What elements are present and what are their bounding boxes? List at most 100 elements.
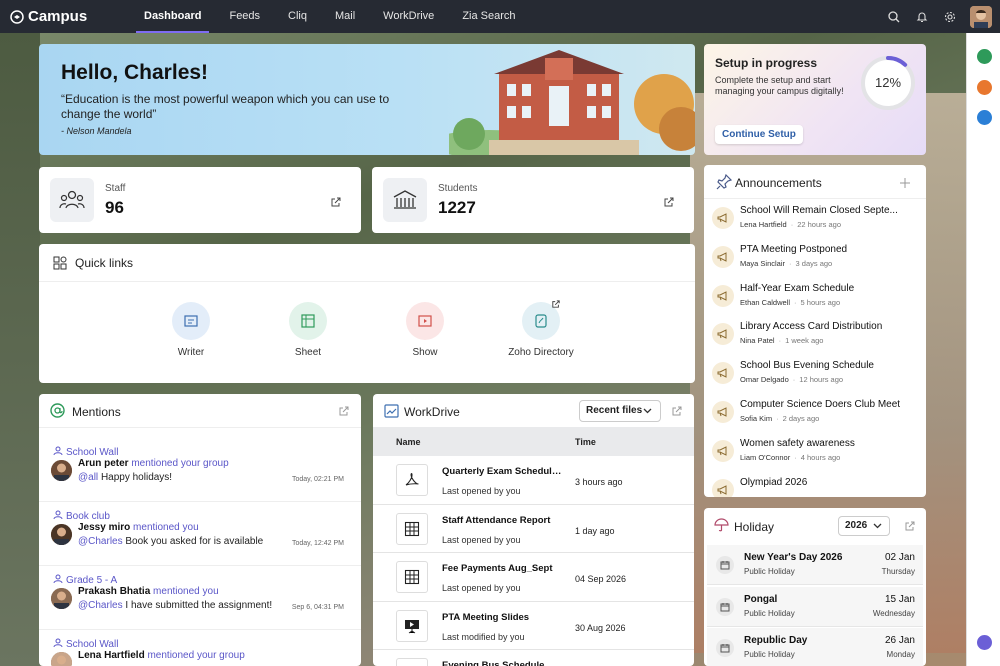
- announcement-author: Omar Delgado: [740, 375, 789, 385]
- rail-chat-icon[interactable]: [977, 635, 992, 650]
- announcement-item[interactable]: School Bus Evening Schedule Omar Delgado ·…: [704, 354, 926, 393]
- holiday-date: 15 Jan: [884, 593, 915, 605]
- file-row[interactable]: Quarterly Exam Schedule... Last opened by…: [373, 456, 694, 505]
- announcement-title: Olympiad 2026: [740, 476, 808, 488]
- holiday-type: Public Holiday: [744, 650, 795, 659]
- quote-author: - Nelson Mandela: [61, 126, 132, 136]
- announcement-item[interactable]: Olympiad 2026: [704, 471, 926, 497]
- file-name[interactable]: Evening Bus Schedule.png: [442, 660, 562, 666]
- app-name: Campus: [28, 8, 88, 25]
- mention-tag: @Charles: [78, 536, 123, 547]
- file-time: 1 day ago: [575, 525, 615, 536]
- mention-item[interactable]: Book club Jessy miro mentioned you @Charle…: [39, 502, 361, 566]
- file-row[interactable]: Fee Payments Aug_Sept Last opened by you 0…: [373, 553, 694, 602]
- mentions-title: Mentions: [72, 405, 121, 419]
- setup-percent: 12%: [874, 75, 902, 90]
- announcement-item[interactable]: Library Access Card Distribution Nina Pat…: [704, 315, 926, 354]
- announcement-item[interactable]: PTA Meeting Postponed Maya Sinclair · 3 day…: [704, 238, 926, 277]
- file-name[interactable]: PTA Meeting Slides: [442, 612, 562, 623]
- file-name[interactable]: Fee Payments Aug_Sept: [442, 563, 562, 574]
- holiday-name: New Year's Day 2026: [744, 552, 843, 563]
- external-link-icon[interactable]: [672, 406, 682, 416]
- mention-line: Prakash Bhatia mentioned you: [78, 586, 219, 597]
- mention-line: Lena Hartfield mentioned your group: [78, 650, 245, 661]
- settings-icon[interactable]: [936, 0, 964, 33]
- nav-workdrive[interactable]: WorkDrive: [375, 0, 442, 33]
- search-icon[interactable]: [880, 0, 908, 33]
- students-card[interactable]: Students 1227: [372, 167, 694, 233]
- year-select[interactable]: 2026: [838, 516, 890, 536]
- announcement-author: Nina Patel: [740, 336, 775, 346]
- group-icon: [53, 510, 66, 523]
- sheet-icon: [289, 302, 327, 340]
- announcement-item[interactable]: Computer Science Doers Club Meet Sofia Ki…: [704, 393, 926, 432]
- external-link-icon[interactable]: [664, 194, 674, 212]
- megaphone-icon: [712, 323, 734, 346]
- mention-item[interactable]: Grade 5 - A Prakash Bhatia mentioned you @…: [39, 566, 361, 630]
- file-row[interactable]: Staff Attendance Report Last opened by yo…: [373, 505, 694, 553]
- calendar-icon: [716, 639, 734, 657]
- file-status: Last opened by you: [442, 534, 521, 545]
- announcement-time: 3 days ago: [795, 258, 833, 268]
- workdrive-title: WorkDrive: [404, 405, 460, 419]
- separator-dot: ·: [794, 452, 797, 462]
- announcement-author: Ethan Caldwell: [740, 297, 791, 307]
- nav-cliq[interactable]: Cliq: [280, 0, 315, 33]
- holiday-item[interactable]: Republic Day Public Holiday 26 Jan Monday: [707, 628, 923, 666]
- announcement-item[interactable]: School Will Remain Closed Septe... Lena H…: [704, 199, 926, 238]
- rail-app-icon-2[interactable]: [977, 80, 992, 95]
- announcement-time: 22 hours ago: [797, 220, 841, 229]
- image-icon: [396, 658, 428, 666]
- announcement-item[interactable]: Half-Year Exam Schedule Ethan Caldwell · 5 …: [704, 277, 926, 316]
- rail-app-icon-3[interactable]: [977, 110, 992, 125]
- announcement-item[interactable]: Women safety awareness Liam O'Connor · 4 ho…: [704, 432, 926, 471]
- mention-verb: mentioned you: [133, 522, 199, 533]
- holiday-name: Republic Day: [744, 635, 808, 646]
- quote-text: “Education is the most powerful weapon w…: [61, 92, 390, 121]
- mention-item[interactable]: School Wall Lena Hartfield mentioned your…: [39, 630, 361, 666]
- nav-feeds[interactable]: Feeds: [221, 0, 268, 33]
- continue-setup-button[interactable]: Continue Setup: [715, 125, 803, 144]
- quick-link-sheet[interactable]: Sheet: [268, 302, 348, 358]
- app-logo[interactable]: Campus: [10, 8, 130, 25]
- mention-author: Arun peter: [78, 458, 129, 469]
- year-value: 2026: [845, 520, 868, 531]
- add-icon[interactable]: [900, 178, 910, 188]
- quick-link-writer[interactable]: Writer: [151, 302, 231, 358]
- rail-app-icon-1[interactable]: [977, 49, 992, 64]
- quick-link-zoho-directory[interactable]: Zoho Directory: [501, 300, 581, 358]
- external-link-icon[interactable]: [339, 406, 349, 416]
- mention-author: Jessy miro: [78, 522, 131, 533]
- recent-files-select[interactable]: Recent files: [579, 400, 661, 422]
- nav-zia-search[interactable]: Zia Search: [454, 0, 523, 33]
- nav-mail[interactable]: Mail: [327, 0, 363, 33]
- bell-icon[interactable]: [908, 0, 936, 33]
- announcement-meta: Maya Sinclair · 3 days ago: [740, 259, 832, 268]
- file-time: 30 Aug 2026: [575, 622, 626, 633]
- holiday-item[interactable]: New Year's Day 2026 Public Holiday 02 Jan T…: [707, 545, 923, 585]
- setup-progress-ring: 12%: [860, 55, 916, 111]
- user-avatar[interactable]: [970, 5, 992, 28]
- mention-verb: mentioned you: [153, 586, 219, 597]
- nav-dashboard[interactable]: Dashboard: [136, 0, 210, 33]
- quick-link-show[interactable]: Show: [385, 302, 465, 358]
- file-row[interactable]: PTA Meeting Slides Last modified by you 30…: [373, 602, 694, 650]
- file-row[interactable]: Evening Bus Schedule.png: [373, 650, 694, 666]
- school-icon: [383, 178, 427, 222]
- mention-message: @Charles Book you asked for is available: [78, 536, 263, 547]
- slides-icon: [396, 609, 428, 642]
- file-name[interactable]: Staff Attendance Report: [442, 515, 562, 526]
- mention-line: Arun peter mentioned your group: [78, 458, 229, 469]
- announcement-title: Library Access Card Distribution: [740, 321, 883, 333]
- external-link-icon[interactable]: [905, 521, 915, 531]
- external-link-icon[interactable]: [331, 194, 341, 212]
- staff-card[interactable]: Staff 96: [39, 167, 361, 233]
- mention-item[interactable]: School Wall Arun peter mentioned your gro…: [39, 438, 361, 502]
- file-name[interactable]: Quarterly Exam Schedule...: [442, 466, 562, 477]
- mention-verb: mentioned your group: [131, 458, 229, 469]
- holiday-type: Public Holiday: [744, 608, 795, 618]
- separator-dot: ·: [778, 336, 782, 346]
- staff-label: Staff: [105, 183, 126, 194]
- holiday-item[interactable]: Pongal Public Holiday 15 Jan Wednesday: [707, 586, 923, 627]
- announcement-title: School Will Remain Closed Septe...: [740, 205, 898, 216]
